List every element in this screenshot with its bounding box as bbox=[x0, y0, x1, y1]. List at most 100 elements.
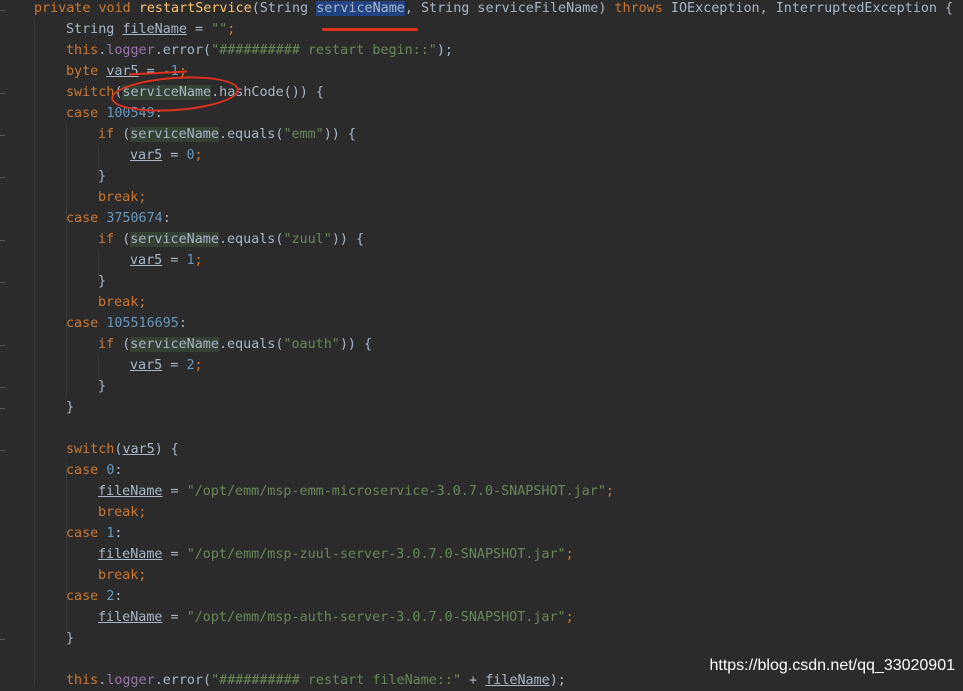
code-line-15: break; bbox=[98, 292, 146, 313]
code-text: ; bbox=[194, 253, 203, 268]
code-text: )) { bbox=[331, 232, 365, 247]
code-line-22: switch(var5) { bbox=[66, 439, 179, 460]
string-literal: "########## restart fileName::" bbox=[211, 673, 462, 688]
code-text: ; bbox=[194, 358, 203, 373]
code-text: ; bbox=[138, 568, 147, 583]
keyword: case bbox=[66, 106, 107, 121]
code-text: String bbox=[66, 22, 123, 37]
code-line-28: break; bbox=[98, 565, 146, 586]
keyword: this bbox=[66, 43, 99, 58]
code-text: .error( bbox=[154, 43, 212, 58]
keyword: case bbox=[66, 316, 107, 331]
code-line-14: } bbox=[98, 271, 106, 292]
string-literal: "zuul" bbox=[283, 232, 332, 247]
code-text: ; bbox=[138, 295, 147, 310]
number-literal: 105516695 bbox=[106, 316, 179, 331]
code-text: ); bbox=[549, 673, 566, 688]
string-literal: "/opt/emm/msp-auth-server-3.0.7.0-SNAPSH… bbox=[186, 610, 566, 625]
string-literal: "" bbox=[211, 22, 228, 37]
variable: var5 bbox=[106, 64, 139, 79]
indent-guide bbox=[66, 125, 67, 395]
keyword: case bbox=[66, 526, 107, 541]
code-text: = bbox=[162, 253, 187, 268]
code-text: : bbox=[178, 316, 187, 331]
code-text: )) { bbox=[339, 337, 373, 352]
string-literal: "/opt/emm/msp-emm-microservice-3.0.7.0-S… bbox=[186, 484, 606, 499]
selected-parameter: serviceName bbox=[316, 1, 405, 16]
code-text: = bbox=[162, 610, 187, 625]
code-text: ); bbox=[436, 43, 453, 58]
code-line-30: fileName = "/opt/emm/msp-auth-server-3.0… bbox=[98, 607, 574, 628]
keyword: private bbox=[34, 1, 91, 16]
code-text: + bbox=[461, 673, 486, 688]
code-text: : bbox=[114, 463, 123, 478]
parameter-usage: serviceName bbox=[130, 337, 219, 352]
method-name: restartService bbox=[138, 1, 252, 16]
code-text: ; bbox=[138, 505, 147, 520]
code-text: , String serviceFileName) bbox=[404, 1, 615, 16]
keyword: switch bbox=[66, 85, 115, 100]
keyword: if bbox=[98, 337, 123, 352]
code-text: .equals( bbox=[218, 127, 284, 142]
code-line-1: private void restartService(String servi… bbox=[34, 0, 953, 19]
code-text: = bbox=[162, 547, 187, 562]
code-text: } bbox=[66, 400, 75, 415]
keyword: void bbox=[98, 1, 131, 16]
code-line-7: if (serviceName.equals("emm")) { bbox=[98, 124, 356, 145]
code-text: = bbox=[162, 358, 187, 373]
code-line-17: if (serviceName.equals("oauth")) { bbox=[98, 334, 372, 355]
parameter-usage: serviceName bbox=[130, 232, 219, 247]
code-text: = bbox=[162, 148, 187, 163]
code-line-8: var5 = 0; bbox=[130, 145, 203, 166]
red-underline-annotation bbox=[322, 28, 418, 31]
code-text: ; bbox=[565, 547, 574, 562]
code-text: ; bbox=[605, 484, 614, 499]
keyword: break bbox=[98, 568, 139, 583]
code-line-11: case 3750674: bbox=[66, 208, 171, 229]
code-text: ) { bbox=[154, 442, 179, 457]
string-literal: "emm" bbox=[283, 127, 324, 142]
variable: fileName bbox=[98, 610, 163, 625]
variable: fileName bbox=[485, 673, 550, 688]
variable: var5 bbox=[130, 253, 163, 268]
code-text: ; bbox=[227, 22, 236, 37]
code-text: (String bbox=[251, 1, 317, 16]
code-text: ; bbox=[138, 190, 147, 205]
code-line-31: } bbox=[66, 628, 74, 649]
code-line-29: case 2: bbox=[66, 586, 122, 607]
variable: var5 bbox=[130, 148, 163, 163]
keyword: this bbox=[66, 673, 99, 688]
variable: var5 bbox=[130, 358, 163, 373]
keyword: break bbox=[98, 190, 139, 205]
code-line-16: case 105516695: bbox=[66, 313, 187, 334]
code-line-19: } bbox=[98, 376, 106, 397]
keyword: byte bbox=[66, 64, 107, 79]
code-line-33: this.logger.error("########## restart fi… bbox=[66, 670, 566, 691]
number-literal: 1 bbox=[186, 253, 195, 268]
code-line-23: case 0: bbox=[66, 460, 122, 481]
number-literal: 2 bbox=[186, 358, 195, 373]
number-literal: 0 bbox=[186, 148, 195, 163]
code-line-12: if (serviceName.equals("zuul")) { bbox=[98, 229, 364, 250]
keyword: if bbox=[98, 232, 123, 247]
string-literal: "oauth" bbox=[283, 337, 340, 352]
variable: fileName bbox=[98, 484, 163, 499]
keyword: break bbox=[98, 295, 139, 310]
string-literal: "/opt/emm/msp-zuul-server-3.0.7.0-SNAPSH… bbox=[186, 547, 566, 562]
code-line-18: var5 = 2; bbox=[130, 355, 203, 376]
code-text: IOException, InterruptedException { bbox=[662, 1, 954, 16]
keyword: throws bbox=[614, 1, 663, 16]
keyword: if bbox=[98, 127, 123, 142]
parameter-usage: serviceName bbox=[130, 127, 219, 142]
keyword: case bbox=[66, 463, 107, 478]
code-text: ; bbox=[194, 148, 203, 163]
variable: fileName bbox=[122, 22, 187, 37]
code-text: } bbox=[98, 169, 107, 184]
number-literal: 3750674 bbox=[106, 211, 163, 226]
code-text: } bbox=[66, 631, 75, 646]
code-line-3: this.logger.error("########## restart be… bbox=[66, 40, 453, 61]
code-line-26: case 1: bbox=[66, 523, 122, 544]
code-line-9: } bbox=[98, 166, 106, 187]
keyword: break bbox=[98, 505, 139, 520]
code-text: : bbox=[114, 526, 123, 541]
